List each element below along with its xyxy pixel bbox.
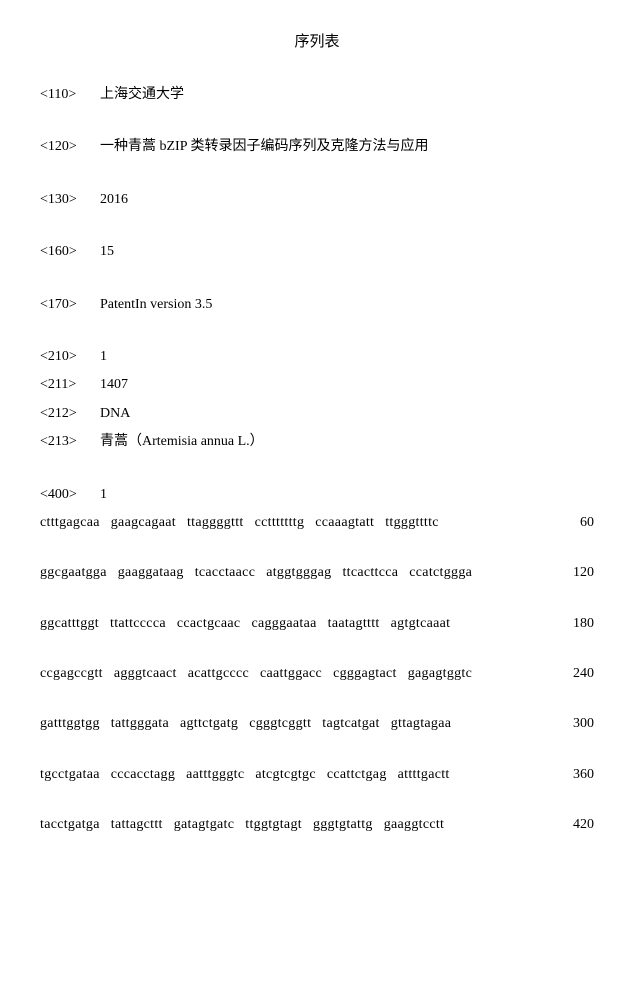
sequence-row: ggcatttggt ttattcccca ccactgcaac cagggaataa…	[40, 613, 594, 635]
sequence-block: tcacctaacc	[195, 562, 256, 584]
sequence-block: attttgactt	[398, 764, 450, 786]
sequence-block: taatagtttt	[328, 613, 380, 635]
entry-tag: <160>	[40, 241, 100, 263]
sequence-block: cctttttttg	[255, 512, 305, 534]
entry-value: 1407	[100, 374, 128, 396]
entry-tag: <211>	[40, 374, 100, 396]
sequence-block: gttagtagaa	[391, 713, 452, 735]
metadata-entry: <110>上海交通大学	[40, 84, 594, 106]
sequence-block: cccacctagg	[111, 764, 175, 786]
metadata-entry: <211>1407	[40, 374, 594, 396]
sequence-block: tgcctgataa	[40, 764, 100, 786]
sequence-block: ttggtgtagt	[245, 814, 302, 836]
entry-value: 1	[100, 346, 107, 368]
sequence-block: aatttgggtc	[186, 764, 244, 786]
entry-value: PatentIn version 3.5	[100, 294, 212, 316]
entry-value: 上海交通大学	[100, 84, 184, 106]
sequence-block: agggtcaact	[114, 663, 177, 685]
sequence-position: 420	[554, 814, 594, 836]
metadata-entry: <170>PatentIn version 3.5	[40, 294, 594, 316]
entry-value: DNA	[100, 403, 130, 425]
entry-tag: <120>	[40, 136, 100, 158]
sequence-block: cgggtcggtt	[249, 713, 311, 735]
sequence-position: 60	[554, 512, 594, 534]
sequence-block: ccaaagtatt	[315, 512, 374, 534]
entry-tag: <400>	[40, 484, 100, 506]
sequence-blocks: tacctgatga tattagcttt gatagtgatc ttggtgtagt…	[40, 814, 444, 836]
metadata-entries: <110>上海交通大学 <120>一种青蒿 bZIP 类转录因子编码序列及克隆方法…	[40, 84, 594, 506]
sequence-position: 240	[554, 663, 594, 685]
sequence-block: tattgggata	[111, 713, 169, 735]
sequence-block: tacctgatga	[40, 814, 100, 836]
sequence-block: gaagcagaat	[111, 512, 176, 534]
metadata-entry: <210>1	[40, 346, 594, 368]
sequence-block: ctttgagcaa	[40, 512, 100, 534]
sequence-block: gatagtgatc	[174, 814, 235, 836]
sequence-block: ggcatttggt	[40, 613, 99, 635]
sequence-list-title: 序列表	[40, 30, 594, 54]
entry-tag: <110>	[40, 84, 100, 106]
sequence-block: gatttggtgg	[40, 713, 100, 735]
entry-value: 1	[100, 484, 107, 506]
entry-value: 一种青蒿 bZIP 类转录因子编码序列及克隆方法与应用	[100, 136, 428, 158]
sequence-block: cgggagtact	[333, 663, 397, 685]
sequence-blocks: ctttgagcaa gaagcagaat ttaggggttt cctttttttg…	[40, 512, 439, 534]
sequence-block: caattggacc	[260, 663, 322, 685]
sequence-block: acattgcccc	[188, 663, 249, 685]
metadata-entry: <130>2016	[40, 189, 594, 211]
sequence-block: agtgtcaaat	[391, 613, 451, 635]
sequence-row: tacctgatga tattagcttt gatagtgatc ttggtgtagt…	[40, 814, 594, 836]
sequence-block: gaaggataag	[118, 562, 184, 584]
sequence-position: 300	[554, 713, 594, 735]
sequence-position: 180	[554, 613, 594, 635]
sequence-block: ccgagccgtt	[40, 663, 103, 685]
metadata-entry: <212>DNA	[40, 403, 594, 425]
sequence-block: ggcgaatgga	[40, 562, 107, 584]
sequence-block: cagggaataa	[251, 613, 316, 635]
entry-tag: <170>	[40, 294, 100, 316]
entry-value: 15	[100, 241, 114, 263]
metadata-entry: <400>1	[40, 484, 594, 506]
sequence-block: ttaggggttt	[187, 512, 244, 534]
sequence-position: 360	[554, 764, 594, 786]
sequence-block: ccactgcaac	[177, 613, 241, 635]
entry-tag: <210>	[40, 346, 100, 368]
sequence-blocks: ccgagccgtt agggtcaact acattgcccc caattggacc…	[40, 663, 472, 685]
sequence-position: 120	[554, 562, 594, 584]
entry-tag: <130>	[40, 189, 100, 211]
sequence-block: agttctgatg	[180, 713, 238, 735]
sequence-block: atcgtcgtgc	[255, 764, 316, 786]
sequence-blocks: tgcctgataa cccacctagg aatttgggtc atcgtcgtgc…	[40, 764, 450, 786]
sequence-row: tgcctgataa cccacctagg aatttgggtc atcgtcgtgc…	[40, 764, 594, 786]
sequence-row: gatttggtgg tattgggata agttctgatg cgggtcggtt…	[40, 713, 594, 735]
sequence-blocks: ggcatttggt ttattcccca ccactgcaac cagggaataa…	[40, 613, 450, 635]
sequence-block: gggtgtattg	[313, 814, 373, 836]
sequence-block: ttgggttttc	[385, 512, 439, 534]
sequence-row: ggcgaatgga gaaggataag tcacctaacc atggtgggag…	[40, 562, 594, 584]
sequence-block: ccattctgag	[327, 764, 387, 786]
sequence-block: tattagcttt	[111, 814, 163, 836]
entry-value: 2016	[100, 189, 128, 211]
metadata-entry: <213>青蒿（Artemisia annua L.）	[40, 431, 594, 453]
sequence-row: ctttgagcaa gaagcagaat ttaggggttt cctttttttg…	[40, 512, 594, 534]
metadata-entry: <120>一种青蒿 bZIP 类转录因子编码序列及克隆方法与应用	[40, 136, 594, 158]
sequence-block: atggtgggag	[266, 562, 331, 584]
sequence-row: ccgagccgtt agggtcaact acattgcccc caattggacc…	[40, 663, 594, 685]
metadata-entry: <160>15	[40, 241, 594, 263]
sequence-block: ttcacttcca	[342, 562, 398, 584]
sequence-rows: ctttgagcaa gaagcagaat ttaggggttt cctttttttg…	[40, 512, 594, 837]
sequence-block: tagtcatgat	[322, 713, 379, 735]
sequence-block: gagagtggtc	[408, 663, 472, 685]
entry-value: 青蒿（Artemisia annua L.）	[100, 431, 264, 453]
sequence-block: ccatctggga	[409, 562, 472, 584]
sequence-blocks: gatttggtgg tattgggata agttctgatg cgggtcggtt…	[40, 713, 451, 735]
sequence-blocks: ggcgaatgga gaaggataag tcacctaacc atggtgggag…	[40, 562, 472, 584]
sequence-block: gaaggtcctt	[384, 814, 445, 836]
sequence-block: ttattcccca	[110, 613, 166, 635]
entry-tag: <213>	[40, 431, 100, 453]
entry-tag: <212>	[40, 403, 100, 425]
